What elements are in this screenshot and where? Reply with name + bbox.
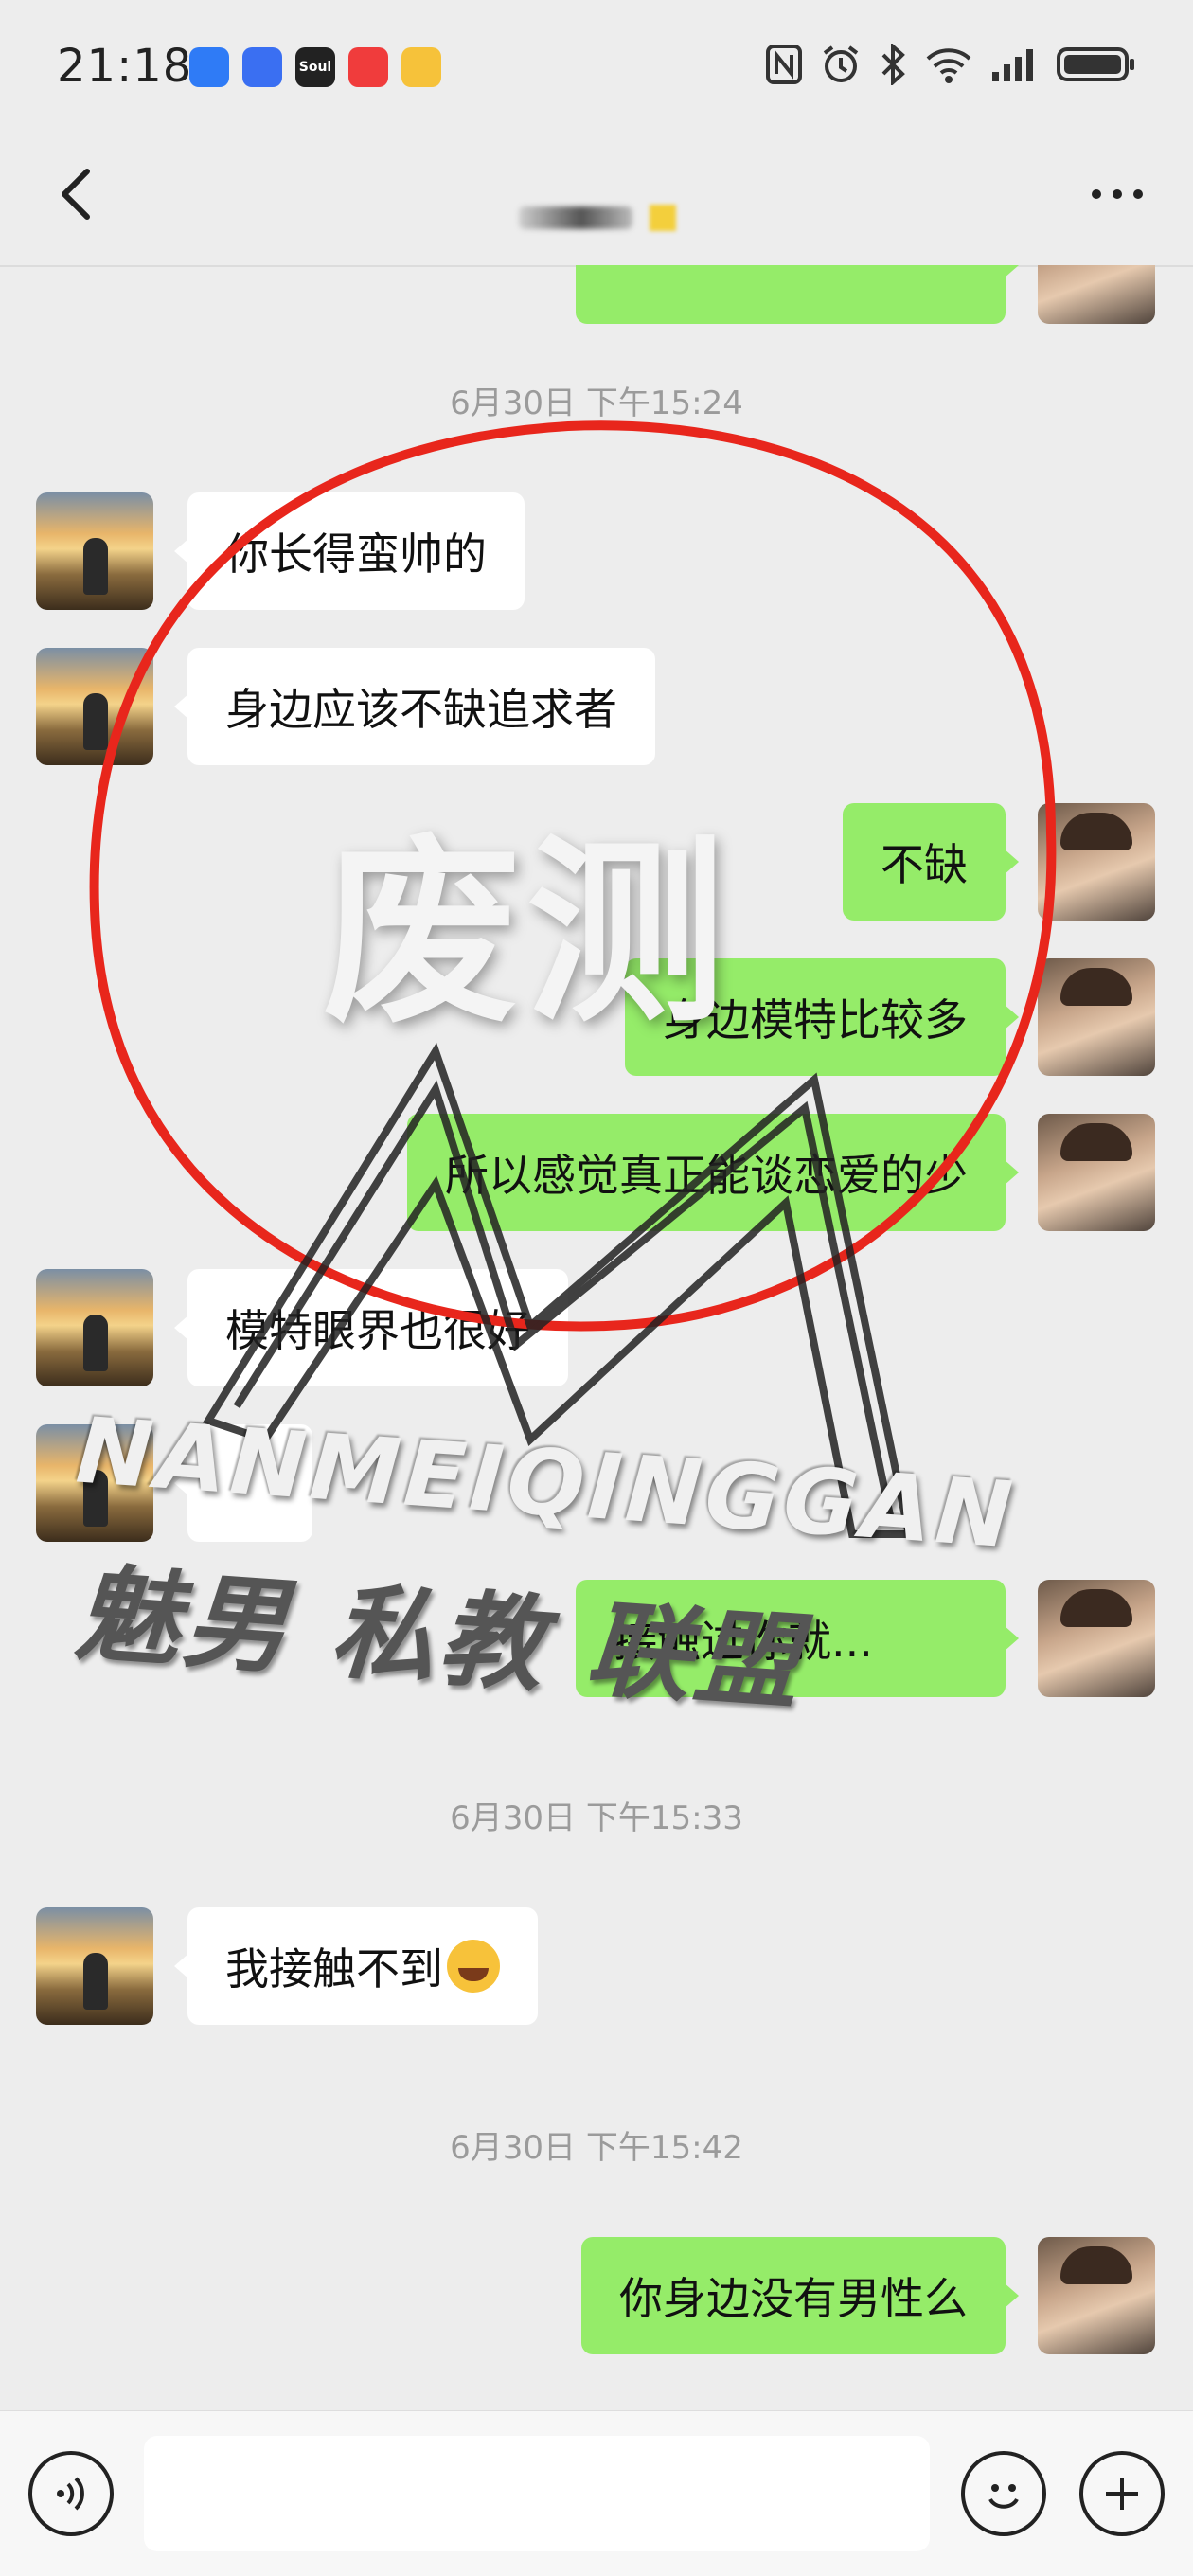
voice-button[interactable]: [28, 2451, 114, 2536]
system-icons: [765, 44, 1136, 85]
tears-of-joy-emoji-icon: [447, 1940, 500, 1993]
avatar-contact[interactable]: [36, 492, 153, 610]
message-text: 我接触不到: [225, 1943, 443, 1995]
message-bubble-mine-partial[interactable]: [576, 265, 1019, 324]
voice-icon: [57, 2477, 84, 2511]
status-bar: 21:18 Soul: [0, 0, 1193, 133]
avatar-me[interactable]: [1038, 265, 1155, 324]
more-dots-icon: [1092, 189, 1143, 199]
message-bubble-other[interactable]: 身边应该不缺追求者: [174, 648, 655, 765]
plus-button[interactable]: [1079, 2451, 1165, 2536]
baidu-app-icon: [242, 47, 282, 87]
avatar-me[interactable]: [1038, 1114, 1155, 1231]
avatar-contact[interactable]: [36, 1269, 153, 1386]
chat-title-redacted: [511, 199, 701, 237]
input-bar: [0, 2410, 1193, 2576]
timestamp: 6月30日 下午15:33: [450, 1799, 743, 1837]
nfc-icon: [766, 45, 802, 84]
chat-message-list[interactable]: 6月30日 下午15:24 你长得蛮帅的 身边应该不缺追求者 不缺 身边模特比较…: [0, 265, 1193, 2410]
avatar-me[interactable]: [1038, 2237, 1155, 2354]
status-time: 21:18: [57, 40, 193, 93]
message-bubble-mine[interactable]: 接触过你就...: [576, 1580, 1019, 1697]
battery-icon: [1057, 47, 1134, 81]
avatar-contact[interactable]: [36, 1424, 153, 1542]
message-bubble-mine[interactable]: 所以感觉真正能谈恋爱的少: [407, 1114, 1019, 1231]
red-app-icon: [348, 47, 388, 87]
message-bubble-mine[interactable]: 不缺: [843, 803, 1019, 921]
notification-icons: Soul: [189, 47, 441, 87]
avatar-me[interactable]: [1038, 803, 1155, 921]
alarm-icon: [823, 45, 859, 82]
back-button[interactable]: [38, 156, 114, 232]
message-bubble-other[interactable]: 模特眼界也很好: [174, 1269, 568, 1386]
emoji-face-icon: [988, 2484, 1019, 2509]
avatar-contact[interactable]: [36, 648, 153, 765]
emoji-button[interactable]: [961, 2451, 1046, 2536]
timestamp: 6月30日 下午15:24: [450, 385, 743, 422]
chat-header: [0, 133, 1193, 265]
weibo-app-icon: [401, 47, 441, 87]
message-bubble-mine[interactable]: 身边模特比较多: [625, 958, 1019, 1076]
more-button[interactable]: [1079, 156, 1155, 232]
message-input[interactable]: [144, 2436, 930, 2551]
avatar-me[interactable]: [1038, 1580, 1155, 1697]
bluetooth-icon: [881, 44, 905, 85]
plus-icon: [1106, 2478, 1138, 2510]
message-bubble-other-obscured[interactable]: [174, 1424, 312, 1542]
signal-icon: [992, 49, 1033, 81]
message-bubble-other[interactable]: 你长得蛮帅的: [174, 492, 525, 610]
chevron-left-icon: [62, 169, 90, 220]
message-bubble-other[interactable]: 我接触不到: [174, 1907, 538, 2025]
timestamp: 6月30日 下午15:42: [450, 2129, 743, 2167]
soul-app-icon: Soul: [295, 47, 335, 87]
blue-app-icon: [189, 47, 229, 87]
message-bubble-mine[interactable]: 你身边没有男性么: [581, 2237, 1019, 2354]
wifi-icon: [926, 48, 971, 83]
avatar-me[interactable]: [1038, 958, 1155, 1076]
avatar-contact[interactable]: [36, 1907, 153, 2025]
